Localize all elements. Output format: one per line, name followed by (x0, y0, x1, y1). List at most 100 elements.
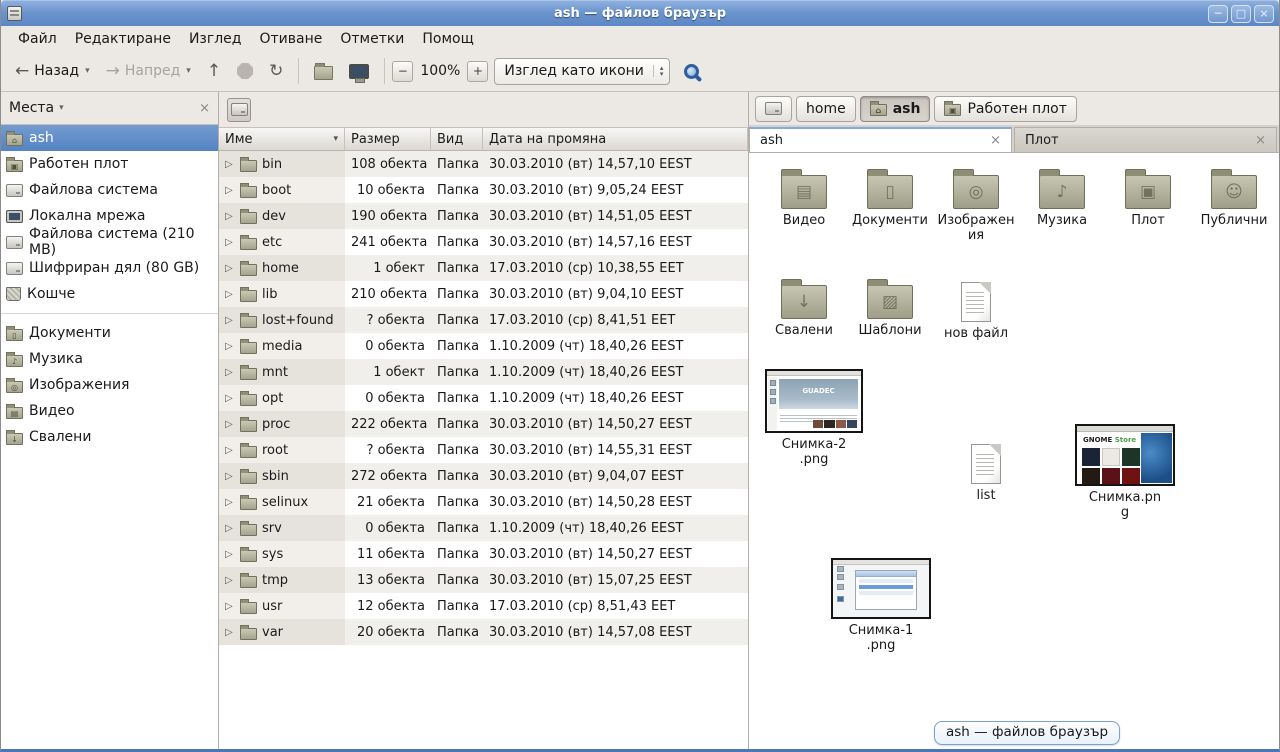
sidebar-item-файлова-система-210-mb-[interactable]: Файлова система (210 MB) (1, 229, 218, 255)
sidebar-mode-select[interactable]: Места ▾ (9, 100, 64, 116)
sidebar-item-шифриран-дял-80-gb-[interactable]: Шифриран дял (80 GB) (1, 255, 218, 281)
tab-Плот[interactable]: Плот× (1014, 127, 1277, 152)
table-row[interactable]: ▷dev190 обектаПапка30.03.2010 (вт) 14,51… (219, 203, 748, 229)
tab-ash[interactable]: ash× (749, 127, 1012, 152)
zoom-level[interactable]: 100% (413, 63, 467, 79)
table-row[interactable]: ▷bin108 обектаПапка30.03.2010 (вт) 14,57… (219, 151, 748, 177)
column-header-size[interactable]: Размер (345, 128, 431, 150)
close-button[interactable]: × (1254, 5, 1274, 23)
icon-item-изображения[interactable]: ◎Изображения (933, 167, 1019, 243)
column-header-name[interactable]: Име ▾ (219, 128, 345, 150)
expander-icon[interactable]: ▷ (225, 237, 235, 248)
file-item-snimka-1[interactable]: Снимка-1.png (831, 558, 931, 653)
table-row[interactable]: ▷usr12 обектаПапка17.03.2010 (ср) 8,51,4… (219, 593, 748, 619)
up-button[interactable]: ↑ (199, 58, 229, 85)
expander-icon[interactable]: ▷ (225, 575, 235, 586)
file-item-snimka[interactable]: GNOME Store Снимка.png (1075, 424, 1175, 520)
icon-item-свалени[interactable]: ↓Свалени (761, 277, 847, 341)
column-header-modified[interactable]: Дата на промяна (483, 128, 748, 150)
expander-icon[interactable]: ▷ (225, 549, 235, 560)
menu-item-3[interactable]: Изглед (180, 28, 251, 50)
expander-icon[interactable]: ▷ (225, 393, 235, 404)
breadcrumb-button-Работен плот[interactable]: ▣Работен плот (934, 96, 1076, 122)
table-row[interactable]: ▷lib210 обектаПапка30.03.2010 (вт) 9,04,… (219, 281, 748, 307)
expander-icon[interactable]: ▷ (225, 367, 235, 378)
table-row[interactable]: ▷srv0 обектаПапка1.10.2009 (чт) 18,40,26… (219, 515, 748, 541)
table-row[interactable]: ▷var20 обектаПапка30.03.2010 (вт) 14,57,… (219, 619, 748, 645)
back-history-caret-icon[interactable]: ▾ (84, 66, 90, 76)
search-icon[interactable] (684, 64, 699, 79)
maximize-button[interactable]: □ (1231, 5, 1251, 23)
table-row[interactable]: ▷selinux21 обектаПапка30.03.2010 (вт) 14… (219, 489, 748, 515)
expander-icon[interactable]: ▷ (225, 445, 235, 456)
computer-button[interactable] (341, 59, 377, 84)
zoom-out-button[interactable]: − (392, 61, 413, 82)
sidebar-item-ash[interactable]: ⌂ash (1, 125, 218, 151)
table-row[interactable]: ▷boot10 обектаПапка30.03.2010 (вт) 9,05,… (219, 177, 748, 203)
breadcrumb-button-home[interactable]: home (796, 96, 856, 122)
expander-icon[interactable]: ▷ (225, 263, 235, 274)
sidebar-item-свалени[interactable]: ↓Свалени (1, 424, 218, 450)
stop-button[interactable] (229, 58, 261, 84)
table-row[interactable]: ▷proc222 обектаПапка30.03.2010 (вт) 14,5… (219, 411, 748, 437)
menu-item-6[interactable]: Помощ (413, 28, 482, 50)
forward-button[interactable]: → Напред ▾ (98, 58, 199, 85)
table-row[interactable]: ▷sys11 обектаПапка30.03.2010 (вт) 14,50,… (219, 541, 748, 567)
icon-item-документи[interactable]: ▯Документи (847, 167, 933, 243)
view-mode-spinner-icon[interactable]: ▴▾ (653, 65, 670, 77)
sidebar-item-изображения[interactable]: ◎Изображения (1, 372, 218, 398)
menu-item-2[interactable]: Редактиране (66, 28, 180, 50)
table-row[interactable]: ▷sbin272 обектаПапка30.03.2010 (вт) 9,04… (219, 463, 748, 489)
table-row[interactable]: ▷media0 обектаПапка1.10.2009 (чт) 18,40,… (219, 333, 748, 359)
breadcrumb-button-root[interactable] (755, 96, 792, 122)
icon-item-видео[interactable]: ▤Видео (761, 167, 847, 243)
table-row[interactable]: ▷opt0 обектаПапка1.10.2009 (чт) 18,40,26… (219, 385, 748, 411)
table-row[interactable]: ▷etc241 обектаПапка30.03.2010 (вт) 14,57… (219, 229, 748, 255)
expander-icon[interactable]: ▷ (225, 341, 235, 352)
expander-icon[interactable]: ▷ (225, 627, 235, 638)
icon-item-музика[interactable]: ♪Музика (1019, 167, 1105, 243)
expander-icon[interactable]: ▷ (225, 471, 235, 482)
table-row[interactable]: ▷mnt1 обектПапка1.10.2009 (чт) 18,40,26 … (219, 359, 748, 385)
reload-button[interactable]: ↻ (261, 58, 291, 85)
table-row[interactable]: ▷lost+found? обектаПапка17.03.2010 (ср) … (219, 307, 748, 333)
expander-icon[interactable]: ▷ (225, 289, 235, 300)
view-mode-select[interactable]: Изглед като икони ▴▾ (494, 58, 670, 85)
expander-icon[interactable]: ▷ (225, 523, 235, 534)
table-row[interactable]: ▷home1 обектПапка17.03.2010 (ср) 10,38,5… (219, 255, 748, 281)
file-item-snimka-2[interactable]: GUADEC Снимка-2.png (765, 369, 863, 467)
icon-item-нов-файл[interactable]: нов файл (933, 277, 1019, 341)
expander-icon[interactable]: ▷ (225, 601, 235, 612)
expander-icon[interactable]: ▷ (225, 497, 235, 508)
back-button[interactable]: ← Назад ▾ (7, 58, 98, 85)
home-button[interactable] (306, 57, 341, 85)
forward-history-caret-icon[interactable]: ▾ (185, 66, 191, 76)
column-header-kind[interactable]: Вид (431, 128, 483, 150)
sidebar-item-файлова-система[interactable]: Файлова система (1, 177, 218, 203)
sidebar-item-музика[interactable]: ♪Музика (1, 346, 218, 372)
zoom-in-button[interactable]: + (467, 61, 488, 82)
icon-item-публични[interactable]: ☺Публични (1191, 167, 1277, 243)
sidebar-item-документи[interactable]: ▯Документи (1, 320, 218, 346)
window-list-button[interactable]: ash — файлов браузър (934, 721, 1120, 745)
minimize-button[interactable]: ─ (1208, 5, 1228, 23)
expander-icon[interactable]: ▷ (225, 211, 235, 222)
icon-item-шаблони[interactable]: ▨Шаблони (847, 277, 933, 341)
expander-icon[interactable]: ▷ (225, 159, 235, 170)
breadcrumb-button-ash[interactable]: ⌂ash (860, 96, 931, 122)
expander-icon[interactable]: ▷ (225, 419, 235, 430)
icon-item-плот[interactable]: ▣Плот (1105, 167, 1191, 243)
expander-icon[interactable]: ▷ (225, 315, 235, 326)
table-row[interactable]: ▷tmp13 обектаПапка30.03.2010 (вт) 15,07,… (219, 567, 748, 593)
icon-view[interactable]: ▤Видео▯Документи◎Изображения♪Музика▣Плот… (749, 153, 1279, 749)
tab-close-icon[interactable]: × (1255, 133, 1266, 148)
tab-close-icon[interactable]: × (990, 133, 1001, 148)
filesystem-root-button[interactable] (227, 98, 251, 122)
expander-icon[interactable]: ▷ (225, 185, 235, 196)
sidebar-close-icon[interactable]: × (199, 101, 210, 116)
sidebar-item-видео[interactable]: ▤Видео (1, 398, 218, 424)
file-item-list[interactable]: list (971, 439, 1001, 503)
table-row[interactable]: ▷root? обектаПапка30.03.2010 (вт) 14,55,… (219, 437, 748, 463)
menu-item-4[interactable]: Отиване (250, 28, 331, 50)
menu-item-1[interactable]: Файл (9, 28, 66, 50)
